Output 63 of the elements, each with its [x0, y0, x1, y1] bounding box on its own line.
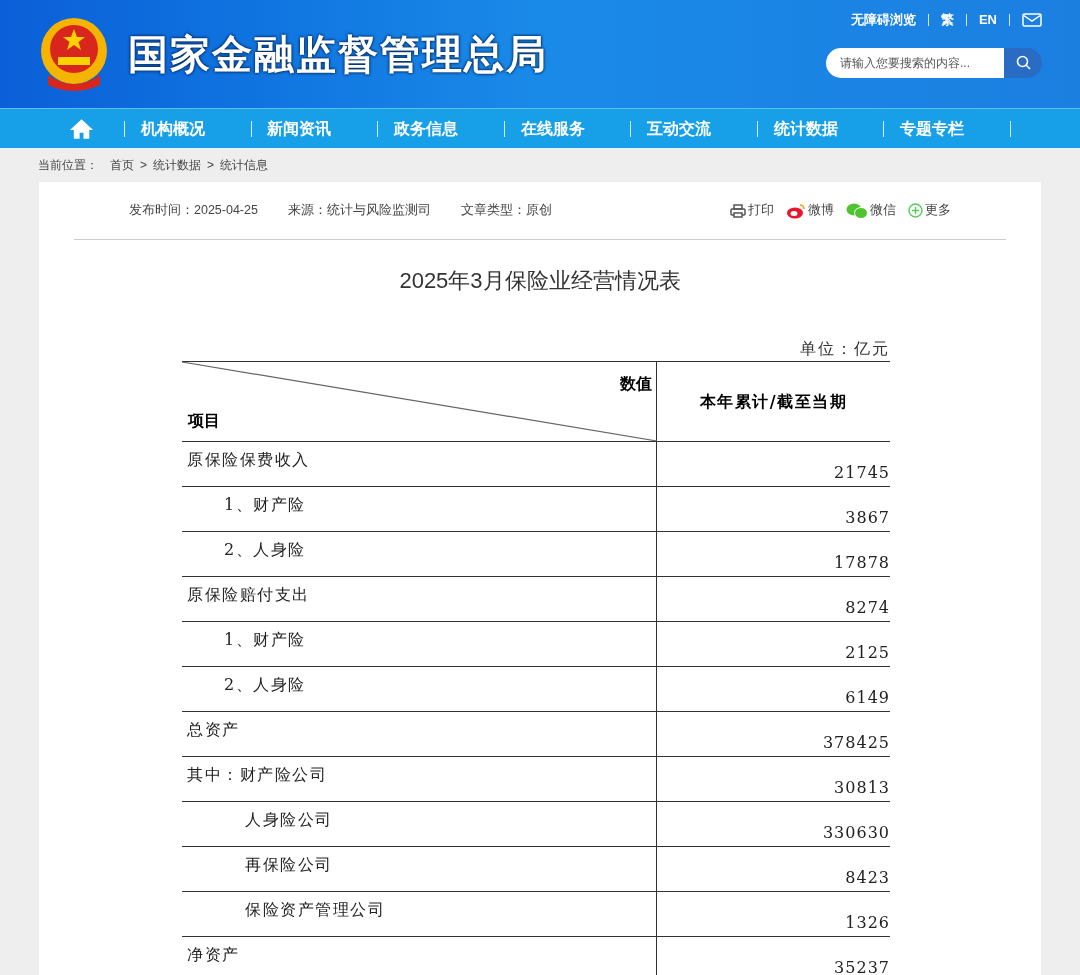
table-cell-text: 3867: [845, 507, 890, 529]
table-cell-text: 330630: [822, 822, 890, 844]
table-cell: 2、人身险: [224, 540, 306, 559]
table-cell: 再保险公司: [245, 855, 333, 874]
breadcrumb-label: 当前位置：: [38, 157, 98, 174]
meta-text: 发布时间：2025-04-25: [129, 202, 258, 220]
wechat-icon: [846, 202, 868, 219]
nav-item[interactable]: 政务信息: [378, 116, 474, 141]
breadcrumb-separator: >: [140, 157, 147, 174]
plus-icon: [908, 203, 923, 218]
share-link[interactable]: 打印: [730, 201, 774, 220]
corner-header: 数值: [620, 373, 652, 395]
table-cell-text: 378425: [822, 732, 890, 754]
mail-icon[interactable]: [1022, 12, 1042, 27]
share-link[interactable]: 微博: [786, 201, 834, 220]
home-icon[interactable]: [69, 117, 95, 140]
header-link[interactable]: 无障碍浏览: [850, 10, 916, 30]
table-cell: 2、人身险: [224, 675, 306, 694]
table-cell-text: 35237: [834, 957, 890, 975]
table-cell: 1、财产险: [224, 630, 306, 649]
search-field[interactable]: 请输入您要搜索的内容...: [826, 47, 1004, 78]
nav-item[interactable]: 统计数据: [757, 116, 854, 141]
table-cell-text: 8274: [845, 597, 890, 619]
meta-text: 来源：统计与风险监测司: [287, 202, 431, 220]
share-link[interactable]: 微信: [846, 201, 896, 220]
table-cell: 人身险公司: [245, 810, 333, 829]
search-icon: [1015, 55, 1031, 70]
table-cell-text: 1326: [845, 912, 890, 934]
table-cell: 保险资产管理公司: [245, 900, 385, 919]
meta-text: 文章类型：原创: [460, 202, 552, 220]
search-button[interactable]: [1004, 47, 1042, 78]
nav-item[interactable]: 专题专栏: [884, 116, 981, 141]
printer-icon: [730, 203, 746, 218]
table-cell: 1、财产险: [224, 495, 306, 514]
table-cell-text: 6149: [845, 687, 890, 709]
table-cell-text: 21745: [834, 462, 890, 484]
table-cell-text: 30813: [834, 777, 890, 799]
table-cell: 原保险保费收入: [187, 450, 310, 469]
header-link[interactable]: 繁: [940, 10, 954, 30]
table-cell-text: 8423: [845, 867, 890, 889]
nav-item[interactable]: 机构概况: [125, 116, 221, 141]
nav-item[interactable]: 在线服务: [504, 116, 601, 141]
table-cell-text: 17878: [834, 552, 890, 574]
column-header: 本年累计/截至当期: [699, 390, 848, 413]
breadcrumb-link[interactable]: 统计信息: [220, 156, 269, 174]
site-title: 国家金融监督管理总局: [128, 31, 548, 78]
table-cell: 其中：财产险公司: [187, 765, 327, 784]
article-title: 2025年3月保险业经营情况表: [398, 267, 682, 295]
nav-item[interactable]: 新闻资讯: [251, 116, 348, 141]
unit-label: 单位：亿元: [800, 339, 890, 358]
header-link[interactable]: EN: [978, 10, 997, 30]
corner-header: 项目: [188, 410, 220, 432]
breadcrumb-link[interactable]: 统计数据: [153, 156, 201, 174]
table-cell: 净资产: [187, 945, 240, 964]
breadcrumb-link[interactable]: 首页: [110, 156, 134, 174]
table-cell-text: 2125: [845, 642, 890, 664]
table-cell: 总资产: [187, 720, 240, 739]
share-link[interactable]: 更多: [908, 201, 951, 220]
nav-item[interactable]: 互动交流: [631, 116, 727, 141]
weibo-icon: [786, 202, 806, 219]
emblem-icon: [38, 15, 110, 93]
breadcrumb-separator: >: [207, 157, 215, 174]
table-cell: 原保险赔付支出: [187, 585, 310, 604]
